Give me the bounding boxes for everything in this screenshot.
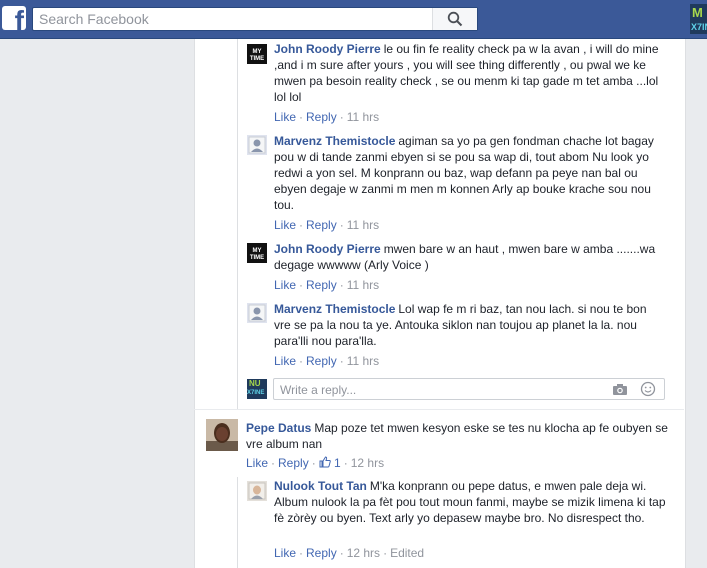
search-input[interactable]	[39, 10, 439, 28]
svg-text:TIME: TIME	[250, 56, 264, 62]
reply-thread-divider	[237, 39, 238, 410]
write-reply-placeholder: Write a reply...	[280, 383, 357, 397]
commenter-avatar[interactable]	[247, 481, 267, 501]
reply-link[interactable]: Reply	[306, 110, 337, 124]
commenter-avatar[interactable]: MY TIME	[247, 243, 267, 263]
emoji-icon[interactable]	[640, 381, 656, 397]
person-photo-icon	[247, 481, 267, 501]
thumbs-up-icon	[319, 456, 331, 468]
reply-comment: John Roody Pierre le ou fin fe reality ch…	[274, 41, 666, 105]
reply-thread-divider	[237, 477, 238, 568]
comment-actions: Like · Reply · 11 hrs	[274, 278, 380, 292]
comment-timestamp[interactable]: 11 hrs	[347, 278, 379, 292]
profile-avatar[interactable]: M X7IN	[690, 4, 707, 34]
comment-timestamp[interactable]: 11 hrs	[347, 110, 379, 124]
avatar-text-top: NU	[249, 379, 261, 388]
commenter-avatar[interactable]	[247, 303, 267, 323]
like-link[interactable]: Like	[274, 546, 296, 560]
default-avatar-icon	[247, 135, 267, 155]
svg-text:MY: MY	[253, 248, 262, 254]
comment-author-link[interactable]: Marvenz Themistocle	[274, 134, 395, 148]
like-link[interactable]: Like	[274, 218, 296, 232]
comment-timestamp[interactable]: 11 hrs	[347, 218, 379, 232]
comment-actions: Like · Reply · 11 hrs	[274, 110, 380, 124]
camera-icon[interactable]	[612, 383, 628, 396]
comment-author-link[interactable]: Pepe Datus	[246, 421, 311, 435]
like-count-value: 1	[334, 456, 341, 470]
like-count[interactable]: 1	[319, 456, 341, 470]
svg-text:TIME: TIME	[250, 255, 264, 261]
search-button[interactable]	[432, 8, 477, 30]
comment-timestamp[interactable]: 12 hrs	[347, 546, 380, 560]
write-reply-input[interactable]: Write a reply...	[273, 378, 665, 400]
like-link[interactable]: Like	[246, 456, 268, 470]
svg-text:MY: MY	[253, 49, 262, 55]
default-avatar-icon	[247, 303, 267, 323]
search-icon	[447, 11, 463, 27]
comment-actions: Like · Reply · 1 · 12 hrs	[246, 456, 385, 470]
current-user-avatar: NU X7INE	[247, 379, 267, 399]
top-navigation-bar: f M X7IN	[0, 0, 707, 39]
like-link[interactable]: Like	[274, 354, 296, 368]
person-photo-icon	[206, 419, 238, 451]
commenter-avatar[interactable]: MY TIME	[247, 44, 267, 64]
reply-link[interactable]: Reply	[306, 218, 337, 232]
reply-comment: Marvenz Themistocle agiman sa yo pa gen f…	[274, 133, 666, 213]
facebook-logo-icon[interactable]: f	[2, 6, 26, 30]
edited-label[interactable]: Edited	[390, 546, 424, 560]
commenter-avatar[interactable]	[206, 419, 238, 451]
mytime-avatar-icon: MYTIME	[247, 243, 267, 263]
mytime-avatar-icon: MYTIME	[247, 44, 267, 64]
comment-timestamp[interactable]: 12 hrs	[351, 456, 384, 470]
comment-actions: Like · Reply · 12 hrs · Edited	[274, 546, 425, 560]
reply-comment: Nulook Tout Tan M'ka konprann ou pepe dat…	[274, 478, 670, 526]
comment-timestamp[interactable]: 11 hrs	[347, 354, 379, 368]
search-box	[32, 7, 478, 31]
comment-author-link[interactable]: Marvenz Themistocle	[274, 302, 395, 316]
comment-actions: Like · Reply · 11 hrs	[274, 354, 380, 368]
comment-separator	[194, 409, 684, 410]
reply-link[interactable]: Reply	[306, 354, 337, 368]
reply-comment: Marvenz Themistocle Lol wap fe m ri baz, …	[274, 301, 666, 349]
comment-actions: Like · Reply · 11 hrs	[274, 218, 380, 232]
comment-author-link[interactable]: John Roody Pierre	[274, 42, 381, 56]
comment-author-link[interactable]: John Roody Pierre	[274, 242, 381, 256]
commenter-avatar[interactable]	[247, 135, 267, 155]
reply-link[interactable]: Reply	[278, 456, 309, 470]
avatar-text-bottom: X7INE	[247, 390, 265, 396]
like-link[interactable]: Like	[274, 278, 296, 292]
reply-comment: John Roody Pierre mwen bare w an haut , m…	[274, 241, 666, 273]
comment-author-link[interactable]: Nulook Tout Tan	[274, 479, 367, 493]
like-link[interactable]: Like	[274, 110, 296, 124]
reply-link[interactable]: Reply	[306, 546, 337, 560]
main-comment: Pepe Datus Map poze tet mwen kesyon eske …	[246, 420, 670, 452]
reply-link[interactable]: Reply	[306, 278, 337, 292]
